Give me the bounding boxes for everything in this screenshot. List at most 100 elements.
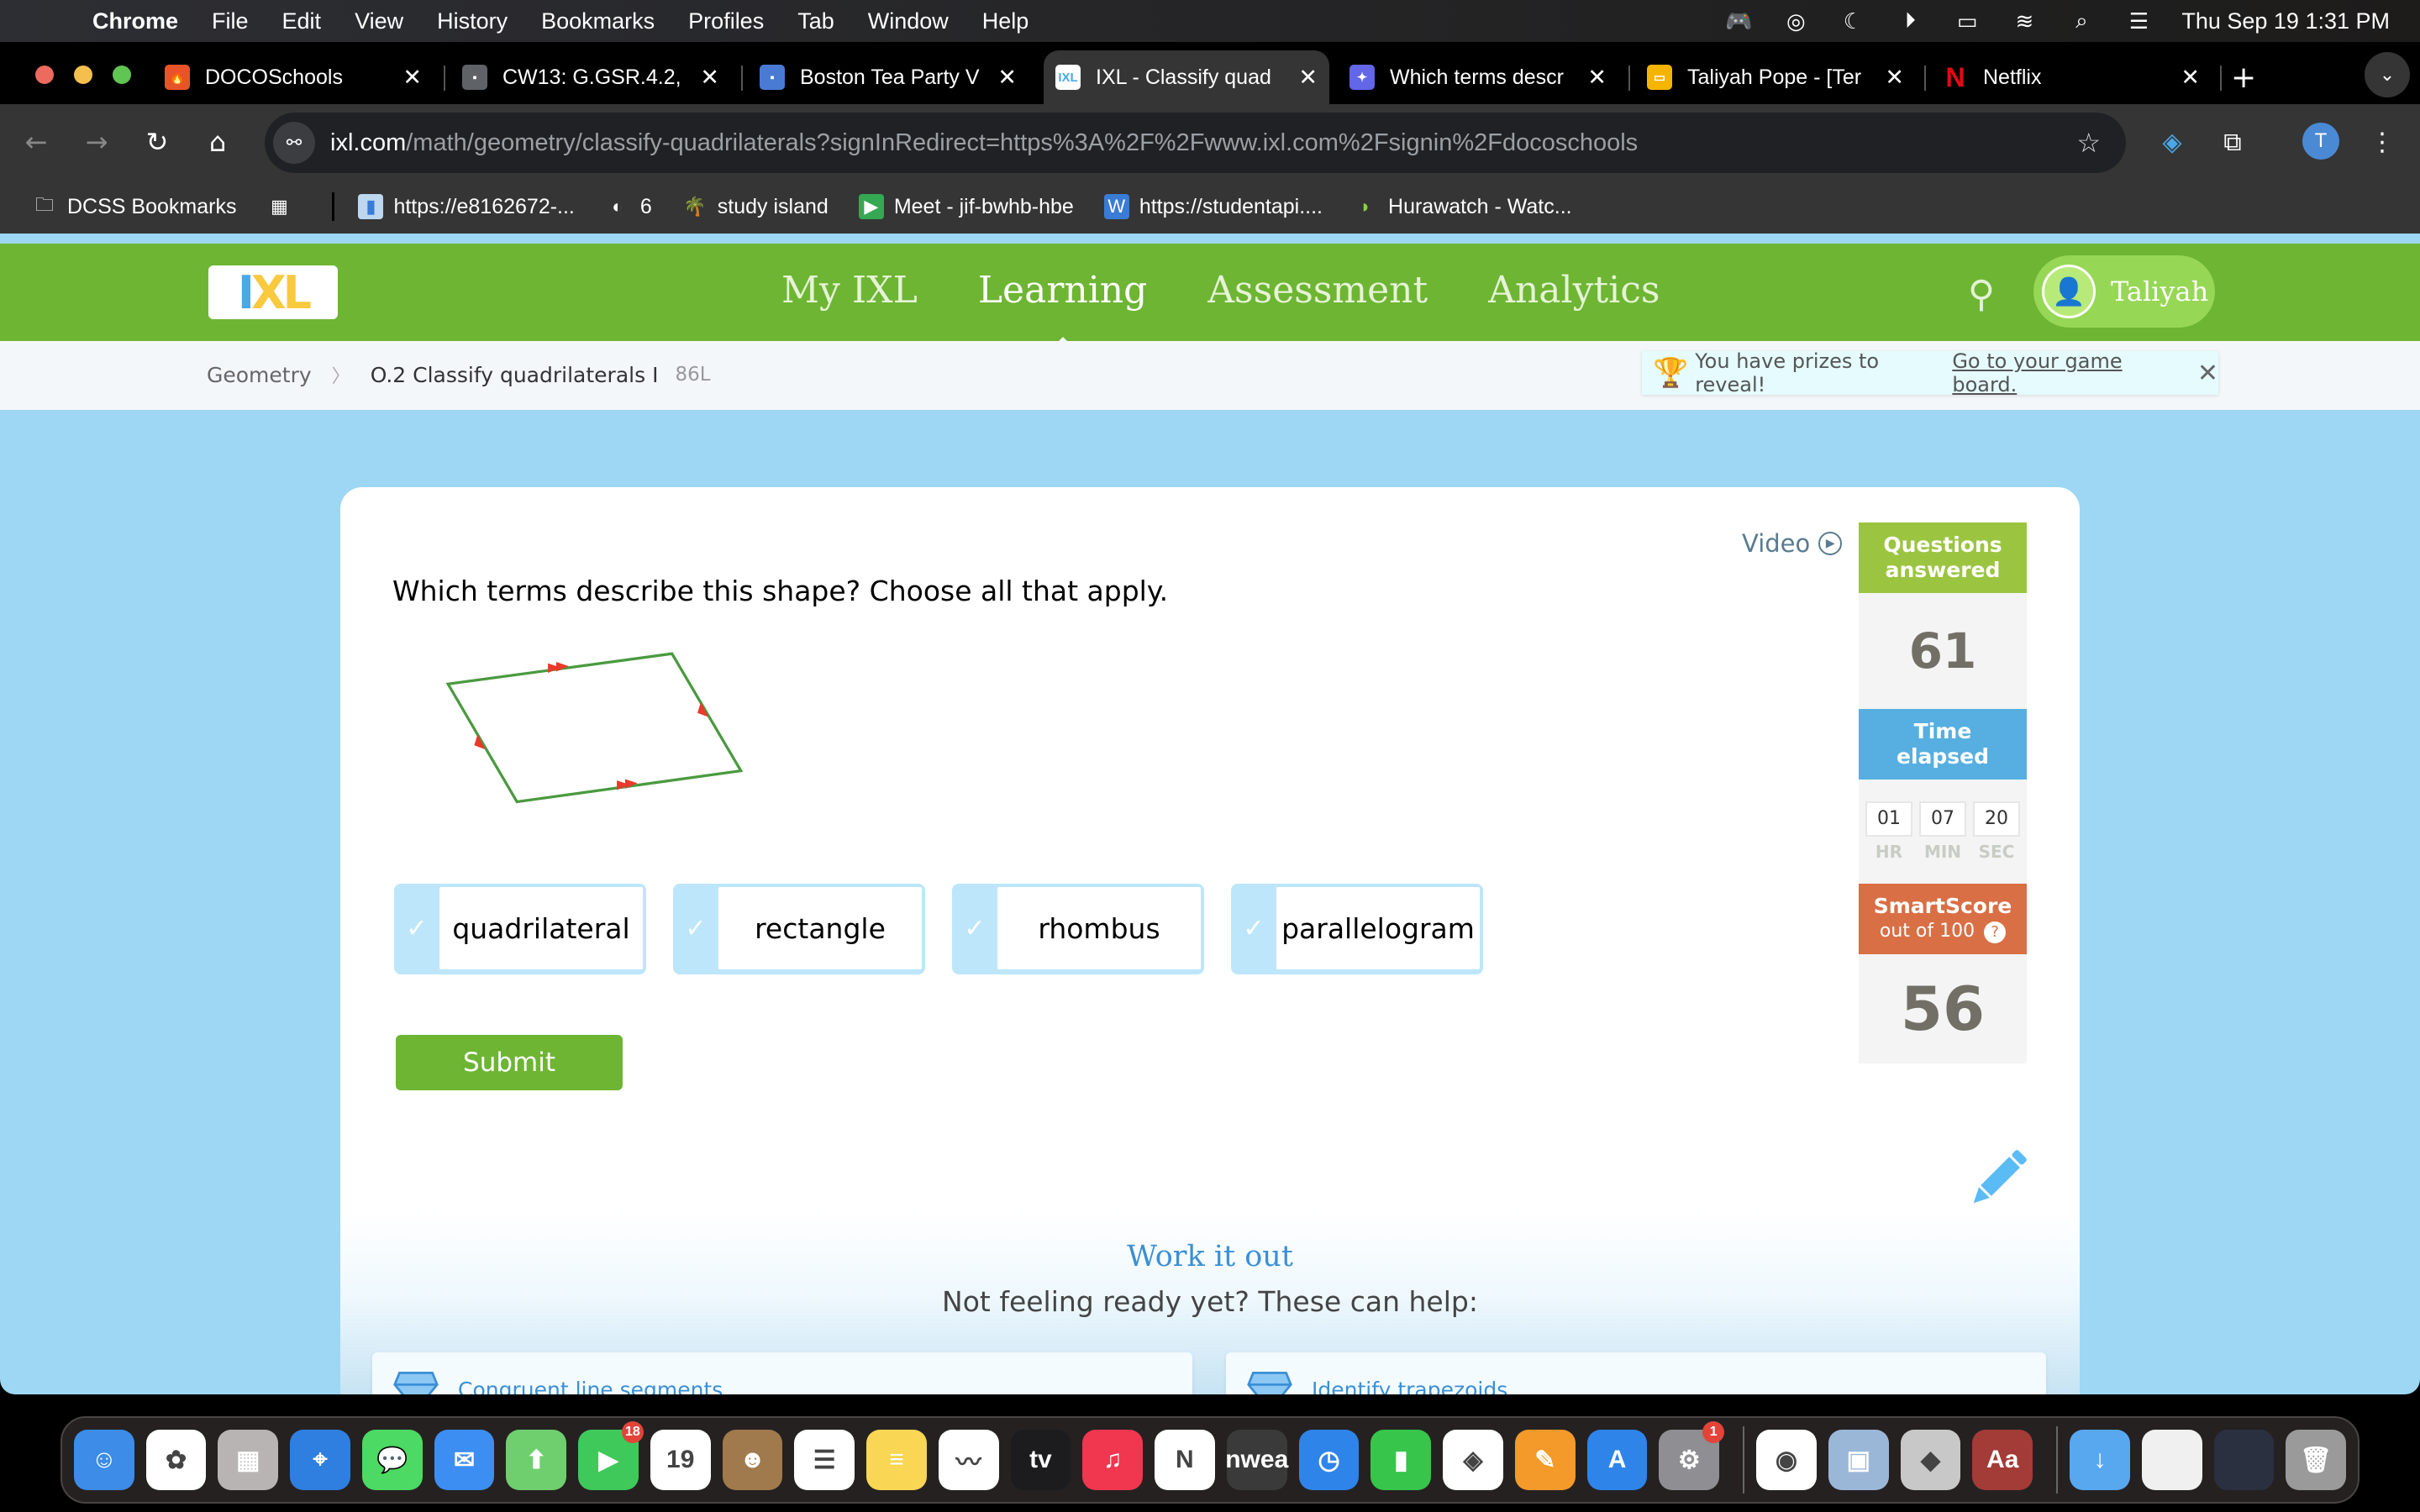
dock-app-safari[interactable]: ⌖	[290, 1430, 350, 1490]
tab-close-icon[interactable]: ✕	[1587, 65, 1607, 91]
search-icon[interactable]: ⚲	[1958, 270, 2005, 318]
profile-avatar[interactable]: T	[2302, 123, 2339, 160]
dock-app-mail[interactable]: ✉	[434, 1430, 495, 1490]
dock-app-tv[interactable]: tv	[1010, 1430, 1071, 1490]
tab-which-terms[interactable]: ✦ Which terms descr ✕	[1349, 50, 1618, 104]
tab-close-icon[interactable]: ✕	[997, 65, 1017, 91]
close-window-button[interactable]	[35, 66, 54, 84]
menu-view[interactable]: View	[355, 8, 403, 34]
nav-assessment[interactable]: Assessment	[1207, 269, 1428, 312]
play-icon[interactable]: ⏵	[1896, 8, 1924, 34]
dock-app-calendar[interactable]: 19	[650, 1430, 711, 1490]
dock-app-photos[interactable]: ✿	[145, 1430, 207, 1490]
tab-taliyah-pope[interactable]: ▭ Taliyah Pope - [Ter ✕	[1647, 50, 1916, 104]
dock-app-numbers[interactable]: ▮	[1370, 1430, 1432, 1490]
game-board-link[interactable]: Go to your game board.	[1952, 349, 2182, 396]
gamepad-icon[interactable]: 🎮	[1724, 8, 1753, 34]
airdrop-icon[interactable]: ◎	[1781, 8, 1810, 34]
dock-app-news[interactable]: N	[1155, 1430, 1215, 1490]
spotlight-icon[interactable]: ⌕	[2067, 8, 2096, 34]
menu-history[interactable]: History	[437, 8, 508, 34]
bookmark-hurawatch[interactable]: ◗ Hurawatch - Watc...	[1353, 194, 1571, 219]
dock-app-notes[interactable]: ≡	[866, 1430, 927, 1490]
minimize-window-button[interactable]	[74, 66, 92, 84]
tab-boston-tea-party[interactable]: ▪ Boston Tea Party V ✕	[760, 50, 1028, 104]
user-menu-button[interactable]: 👤 Taliyah	[2033, 255, 2215, 328]
zoom-window-button[interactable]	[113, 66, 131, 84]
new-tab-button[interactable]: +	[2231, 60, 2256, 95]
url-text[interactable]: ixl.com/math/geometry/classify-quadrilat…	[330, 129, 1638, 157]
bookmark-studentapi[interactable]: Whttps://studentapi....	[1103, 194, 1323, 219]
tab-close-icon[interactable]: ✕	[1298, 65, 1318, 91]
video-link[interactable]: Video ▶	[1742, 529, 1843, 558]
dock-app-music[interactable]: ♫	[1082, 1430, 1144, 1490]
extension-diamond-icon[interactable]: ◈	[2151, 121, 2193, 163]
menu-file[interactable]: File	[212, 8, 249, 34]
site-info-icon[interactable]: ⚯	[273, 122, 315, 164]
bookmark-study-island[interactable]: 🌴 study island	[682, 194, 829, 219]
choice-parallelogram[interactable]: ✓ parallelogram	[1231, 884, 1483, 974]
wifi-icon[interactable]: ≋	[2010, 8, 2039, 34]
dock-app-contacts[interactable]: ☻	[722, 1430, 783, 1490]
dock-app-reminders[interactable]: ☰	[794, 1430, 855, 1490]
choice-rectangle[interactable]: ✓ rectangle	[673, 884, 925, 974]
close-icon[interactable]: ✕	[2197, 359, 2218, 388]
bookmark-meet[interactable]: ▶ Meet - jif-bwhb-hbe	[858, 194, 1074, 219]
tab-netflix[interactable]: N Netflix ✕	[1943, 50, 2212, 104]
menu-bookmarks[interactable]: Bookmarks	[541, 8, 655, 34]
bookmark-e8162672[interactable]: ▮ https://e8162672-...	[358, 194, 575, 219]
dock-app-facetime[interactable]: ▶ 18	[578, 1421, 644, 1490]
dock-app-preview[interactable]: ▣	[1828, 1430, 1889, 1490]
dock-app-pages[interactable]: ✎	[1514, 1430, 1576, 1490]
bookmark-star-icon[interactable]: ☆	[2076, 127, 2101, 159]
bookmark-apps[interactable]: ▦	[266, 194, 302, 219]
dock-app-dictionary[interactable]: Aa	[1972, 1430, 2033, 1490]
address-bar[interactable]: ⚯ ixl.com/math/geometry/classify-quadril…	[265, 113, 2126, 173]
menu-profiles[interactable]: Profiles	[688, 8, 764, 34]
tab-close-icon[interactable]: ✕	[2181, 65, 2200, 91]
clock[interactable]: Thu Sep 19 1:31 PM	[2181, 8, 2390, 34]
dock-app-downloads[interactable]: ↓	[2070, 1430, 2130, 1490]
dock-app-maps[interactable]: ⬆	[506, 1430, 567, 1490]
dock-app-chrome[interactable]: ◉	[1756, 1430, 1817, 1490]
bookmark-dcss[interactable]: 🗀 DCSS Bookmarks	[32, 194, 236, 219]
nav-learning[interactable]: Learning	[978, 269, 1147, 349]
bookmark-6[interactable]: ◐ 6	[605, 194, 652, 219]
choice-quadrilateral[interactable]: ✓ quadrilateral	[394, 884, 646, 974]
tab-close-icon[interactable]: ✕	[1885, 65, 1904, 91]
dock-app-roblox[interactable]: ◆	[1900, 1430, 1961, 1490]
dock-app-screenshot-1[interactable]	[2141, 1430, 2202, 1490]
home-button[interactable]: ⌂	[197, 121, 239, 163]
nav-my-ixl[interactable]: My IXL	[781, 269, 918, 312]
dock-app-keynote[interactable]: ◷	[1298, 1430, 1360, 1490]
battery-icon[interactable]: ▭	[1953, 8, 1981, 34]
menu-tab[interactable]: Tab	[797, 8, 834, 34]
tab-close-icon[interactable]: ✕	[700, 65, 719, 91]
menu-help[interactable]: Help	[982, 8, 1029, 34]
tab-ixl-active[interactable]: IXL IXL - Classify quad ✕	[1044, 50, 1329, 104]
tab-search-button[interactable]: ⌄	[2365, 52, 2410, 97]
menu-edit[interactable]: Edit	[282, 8, 322, 34]
help-link-congruent-segments[interactable]: Congruent line segments	[372, 1352, 1192, 1394]
tab-cw13[interactable]: ▪ CW13: G.GSR.4.2, ✕	[462, 50, 731, 104]
dock-app-trash[interactable]: 🗑	[2286, 1430, 2347, 1490]
dock-app-system-settings[interactable]: ⚙ 1	[1659, 1421, 1725, 1490]
dock-app-launchpad[interactable]: ▦	[218, 1430, 279, 1490]
ixl-logo[interactable]: IXL	[208, 265, 338, 319]
tab-docoschools[interactable]: 🔥 DOCOSchools ✕	[165, 50, 434, 104]
dock-app-messages[interactable]: 💬	[361, 1430, 423, 1490]
menu-window[interactable]: Window	[868, 8, 949, 34]
dock-app-nwea[interactable]: nwea	[1225, 1430, 1288, 1490]
dock-app-freeform[interactable]: 〰	[938, 1430, 999, 1490]
reload-button[interactable]: ↻	[136, 121, 178, 163]
extensions-puzzle-icon[interactable]: ⧉	[2212, 121, 2254, 163]
breadcrumb-subject[interactable]: Geometry	[207, 363, 312, 387]
dock-app-self-service[interactable]: ◈	[1443, 1430, 1503, 1490]
moon-icon[interactable]: ☾	[1839, 8, 1867, 34]
back-button[interactable]: ←	[15, 121, 57, 163]
pencil-icon[interactable]	[1964, 1146, 2031, 1213]
dock-app-app-store[interactable]: A	[1586, 1430, 1648, 1490]
tab-close-icon[interactable]: ✕	[402, 65, 422, 91]
help-link-identify-trapezoids[interactable]: Identify trapezoids	[1226, 1352, 2046, 1394]
control-center-icon[interactable]: ☰	[2124, 8, 2153, 34]
